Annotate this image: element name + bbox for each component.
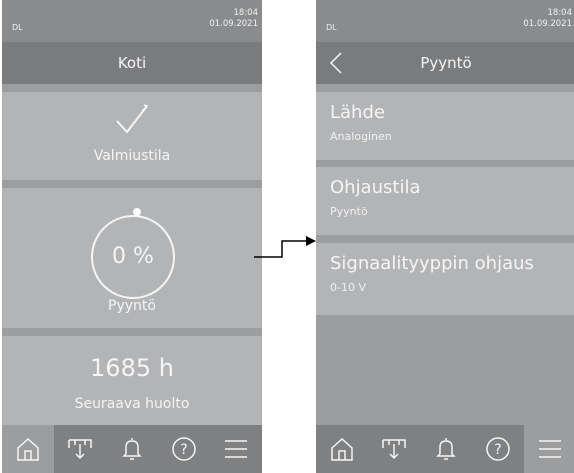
nav-alarms[interactable] <box>420 425 472 473</box>
humidifier-icon <box>382 439 406 460</box>
status-bar: DL 18:04 01.09.2021 <box>316 0 574 42</box>
home-icon <box>17 437 39 461</box>
date-text: 01.09.2021 <box>209 19 258 29</box>
standby-label: Valmiustila <box>93 148 171 164</box>
menu-item-title: Ohjaustila <box>330 177 421 198</box>
nav-home[interactable] <box>316 425 368 473</box>
svg-text:?: ? <box>494 442 501 458</box>
humidifier-icon <box>68 439 92 460</box>
demand-label: Pyyntö <box>108 298 156 314</box>
nav-help[interactable]: ? <box>472 425 524 473</box>
nav-humidifier[interactable] <box>368 425 420 473</box>
menu-item-signal-type[interactable]: Signaalityyppin ohjaus 0-10 V <box>316 243 574 315</box>
checkmark-icon <box>116 104 149 134</box>
nav-humidifier[interactable] <box>54 425 106 473</box>
demand-value: 0 % <box>112 244 154 269</box>
status-bar: DL 18:04 01.09.2021 <box>2 0 262 42</box>
service-label: Seuraava huolto <box>74 396 190 412</box>
bottom-nav: ? <box>316 425 574 473</box>
dl-indicator: DL <box>326 23 337 32</box>
transition-arrow <box>254 236 316 258</box>
service-tile[interactable]: 1685 h Seuraava huolto <box>2 336 262 425</box>
clock: 18:04 01.09.2021 <box>523 8 572 30</box>
nav-help[interactable]: ? <box>158 425 210 473</box>
bottom-nav: ? <box>2 425 262 473</box>
dl-indicator: DL <box>12 23 23 32</box>
nav-menu[interactable] <box>524 425 574 473</box>
nav-home[interactable] <box>2 425 54 473</box>
time-text: 18:04 <box>233 8 259 18</box>
bell-icon <box>122 438 142 460</box>
page-title: Pyyntö <box>420 54 472 72</box>
demand-settings-screen: DL 18:04 01.09.2021 Pyyntö Lähde Analogi… <box>316 0 574 473</box>
standby-tile[interactable]: Valmiustila <box>2 92 262 180</box>
service-hours: 1685 h <box>90 354 174 382</box>
title-bar: Koti <box>2 42 262 84</box>
menu-item-title: Signaalityyppin ohjaus <box>330 253 534 274</box>
menu-icon <box>225 440 247 458</box>
bell-icon <box>436 438 456 460</box>
help-icon: ? <box>172 437 196 461</box>
menu-icon <box>539 440 561 458</box>
menu-item-value: 0-10 V <box>330 281 366 294</box>
home-screen: DL 18:04 01.09.2021 Koti Valmiustila Pyy… <box>2 0 262 473</box>
time-text: 18:04 <box>547 8 573 18</box>
menu-item-source[interactable]: Lähde Analoginen <box>316 92 574 160</box>
menu-item-title: Lähde <box>330 102 385 123</box>
clock: 18:04 01.09.2021 <box>209 8 258 30</box>
title-bar: Pyyntö <box>316 42 574 84</box>
nav-menu[interactable] <box>210 425 262 473</box>
help-icon: ? <box>486 437 510 461</box>
page-title: Koti <box>117 54 147 72</box>
menu-item-control-mode[interactable]: Ohjaustila Pyyntö <box>316 167 574 235</box>
menu-item-value: Analoginen <box>330 130 392 143</box>
date-text: 01.09.2021 <box>523 19 572 29</box>
svg-text:?: ? <box>180 442 187 458</box>
home-icon <box>331 437 353 461</box>
nav-alarms[interactable] <box>106 425 158 473</box>
menu-item-value: Pyyntö <box>330 205 368 218</box>
